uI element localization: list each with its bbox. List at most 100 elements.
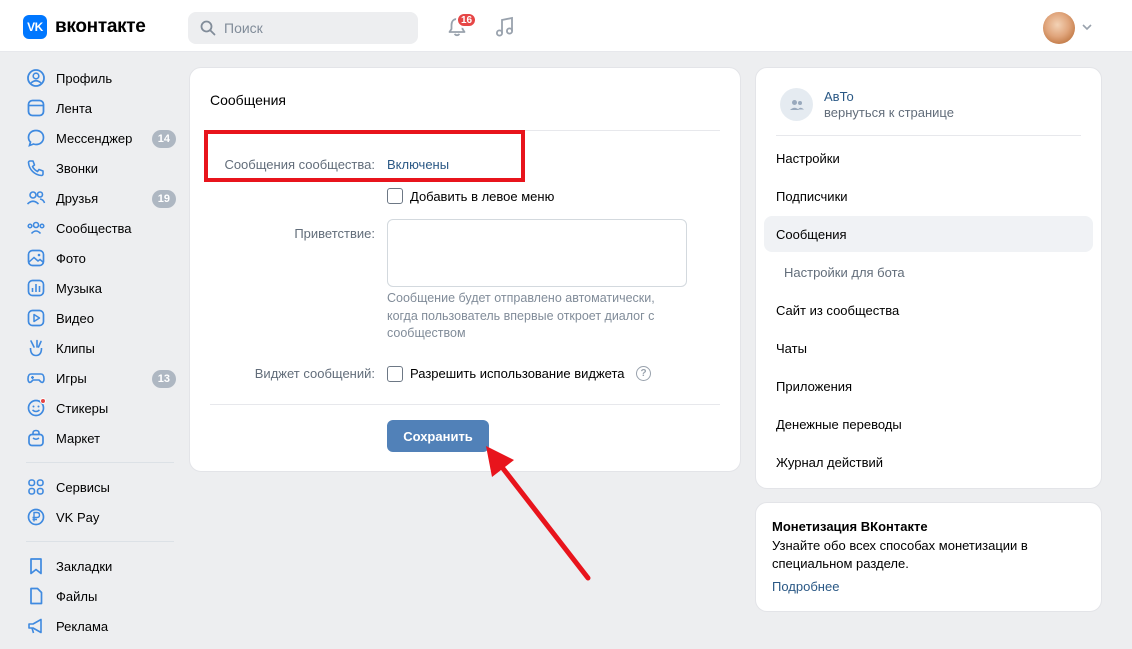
sidebar-item-label: Профиль <box>56 70 113 86</box>
sidebar-item-label: Клипы <box>56 340 95 356</box>
monetization-title: Монетизация ВКонтакте <box>772 519 928 534</box>
menu-item-subscribers[interactable]: Подписчики <box>764 178 1093 214</box>
music-icon[interactable] <box>494 16 516 38</box>
search-icon <box>200 20 216 36</box>
friends-icon <box>26 191 46 205</box>
sidebar-item-feed[interactable]: Лента <box>20 93 180 123</box>
messages-settings-card: Сообщения Сообщения сообщества: Включены… <box>189 67 741 472</box>
menu-item-messages[interactable]: Сообщения <box>764 216 1093 252</box>
menu-item-bot-settings[interactable]: Настройки для бота <box>764 254 1093 290</box>
vk-logo[interactable]: VK вконтакте <box>23 15 146 39</box>
phone-icon <box>27 160 44 177</box>
messenger-icon <box>27 129 45 147</box>
sidebar-item-label: Сообщества <box>56 220 132 236</box>
annotation-arrow <box>486 446 591 581</box>
widget-checkbox[interactable] <box>387 366 403 382</box>
greeting-hint: Сообщение будет отправлено автоматически… <box>387 291 655 340</box>
games-icon <box>27 373 45 384</box>
menu-item-site[interactable]: Сайт из сообщества <box>764 292 1093 328</box>
sidebar-item-communities[interactable]: Сообщества <box>20 213 180 243</box>
sidebar-item-profile[interactable]: Профиль <box>20 63 180 93</box>
sidebar-item-label: VK Pay <box>56 509 100 525</box>
menu-item-money-transfers[interactable]: Денежные переводы <box>764 406 1093 442</box>
sidebar-item-services[interactable]: Сервисы <box>20 472 180 502</box>
monetization-more-link[interactable]: Подробнее <box>772 579 839 594</box>
sidebar-item-friends[interactable]: Друзья 19 <box>20 183 180 213</box>
sidebar-item-label: Видео <box>56 310 94 326</box>
sidebar-item-music[interactable]: Музыка <box>20 273 180 303</box>
left-sidebar: Профиль Лента Мессенджер 14 Звонки Друзь… <box>20 63 180 641</box>
menu-item-action-log[interactable]: Журнал действий <box>764 444 1093 480</box>
bookmarks-icon <box>30 558 42 575</box>
sidebar-item-label: Сервисы <box>56 479 110 495</box>
monetization-text: Узнайте обо всех способах монетизации в … <box>772 538 1028 571</box>
sidebar-item-label: Друзья <box>56 190 99 206</box>
group-avatar[interactable] <box>780 88 813 121</box>
feed-icon <box>27 99 45 117</box>
profile-icon <box>27 69 45 87</box>
sidebar-item-files[interactable]: Файлы <box>20 581 180 611</box>
add-left-menu-checkbox[interactable] <box>387 188 403 204</box>
monetization-card: Монетизация ВКонтакте Узнайте обо всех с… <box>755 502 1102 612</box>
widget-label: Виджет сообщений: <box>254 366 375 381</box>
sidebar-item-photo[interactable]: Фото <box>20 243 180 273</box>
unread-count-badge: 14 <box>151 130 176 148</box>
sidebar-item-calls[interactable]: Звонки <box>20 153 180 183</box>
sidebar-item-label: Музыка <box>56 280 102 296</box>
menu-item-apps[interactable]: Приложения <box>764 368 1093 404</box>
sidebar-item-label: Файлы <box>56 588 98 604</box>
games-count-badge: 13 <box>151 370 176 388</box>
community-management-menu: АвТо вернуться к странице Настройки Подп… <box>755 67 1102 489</box>
vk-logo-mark: VK <box>23 15 47 39</box>
sidebar-item-label: Фото <box>56 250 86 266</box>
services-icon <box>28 479 44 495</box>
sidebar-item-bookmarks[interactable]: Закладки <box>20 551 180 581</box>
sidebar-item-vkpay[interactable]: VK Pay <box>20 502 180 532</box>
ads-icon <box>28 618 42 634</box>
sidebar-item-label: Стикеры <box>56 400 109 416</box>
notifications-badge: 16 <box>456 12 478 28</box>
sidebar-item-label: Игры <box>56 370 87 386</box>
user-avatar[interactable] <box>1043 12 1075 44</box>
communities-icon <box>27 221 45 235</box>
sidebar-item-games[interactable]: Игры 13 <box>20 363 180 393</box>
sidebar-divider <box>26 541 174 542</box>
sidebar-item-label: Лента <box>56 100 92 116</box>
sidebar-item-label: Реклама <box>56 618 109 634</box>
sidebar-item-video[interactable]: Видео <box>20 303 180 333</box>
top-header: VK вконтакте 16 <box>0 0 1132 52</box>
group-name[interactable]: АвТо <box>824 89 854 104</box>
sidebar-item-ads[interactable]: Реклама <box>20 611 180 641</box>
photo-icon <box>27 249 45 267</box>
sidebar-item-clips[interactable]: Клипы <box>20 333 180 363</box>
sidebar-item-market[interactable]: Маркет <box>20 423 180 453</box>
help-icon[interactable]: ? <box>636 366 651 381</box>
menu-item-settings[interactable]: Настройки <box>764 140 1093 176</box>
chevron-down-icon[interactable] <box>1081 22 1093 32</box>
group-icon <box>789 99 804 110</box>
sidebar-item-label: Закладки <box>56 558 113 574</box>
friends-count-badge: 19 <box>151 190 176 208</box>
video-icon <box>27 309 45 327</box>
sidebar-item-stickers[interactable]: Стикеры <box>20 393 180 423</box>
market-icon <box>28 429 44 447</box>
sidebar-item-messenger[interactable]: Мессенджер 14 <box>20 123 180 153</box>
vk-logo-text: вконтакте <box>55 16 146 37</box>
greeting-textarea[interactable] <box>387 219 687 287</box>
menu-item-chats[interactable]: Чаты <box>764 330 1093 366</box>
highlight-frame <box>204 130 525 182</box>
search-box[interactable] <box>188 12 418 44</box>
page-title: Сообщения <box>210 92 286 108</box>
widget-checkbox-label[interactable]: Разрешить использование виджета <box>410 366 624 381</box>
sidebar-divider <box>26 462 174 463</box>
menu-divider <box>776 135 1081 136</box>
new-dot-indicator <box>40 398 46 404</box>
greeting-label: Приветствие: <box>294 226 375 241</box>
search-input[interactable] <box>224 20 404 36</box>
back-to-page-link[interactable]: вернуться к странице <box>824 105 954 120</box>
music-icon <box>27 279 45 297</box>
sidebar-item-label: Мессенджер <box>56 130 133 146</box>
add-left-menu-label[interactable]: Добавить в левое меню <box>410 189 554 204</box>
vkpay-icon <box>27 508 45 526</box>
sidebar-item-label: Звонки <box>56 160 98 176</box>
